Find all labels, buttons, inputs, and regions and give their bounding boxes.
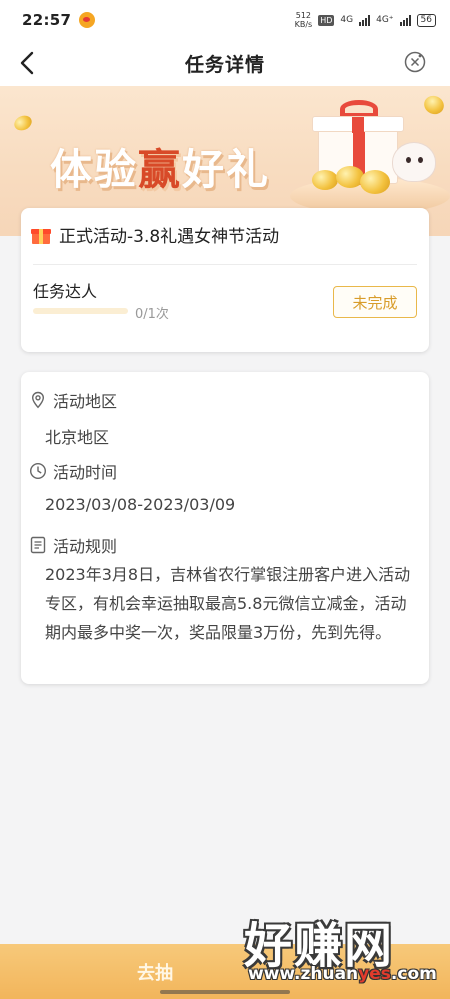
hd-badge: HD: [318, 14, 335, 26]
gift-icon: [31, 226, 51, 244]
watermark-url: www.zhuanyes.com: [248, 964, 437, 984]
gift-lid-decoration: [312, 116, 404, 133]
region-label: 活动地区: [53, 392, 118, 411]
banner-title: 体验赢好礼: [50, 145, 271, 194]
activity-details-card: 活动地区 北京地区 活动时间 2023/03/08-2023/03/09 活动规…: [21, 372, 429, 684]
task-status-button[interactable]: 未完成: [333, 286, 417, 318]
task-progress-text: 0/1次: [135, 307, 169, 322]
rules-label: 活动规则: [53, 537, 118, 556]
network-speed: 512 KB/s: [294, 11, 313, 29]
task-card: 正式活动-3.8礼遇女神节活动 任务达人 0/1次 未完成: [21, 208, 429, 352]
close-mini-program-icon[interactable]: [404, 51, 426, 73]
coin-decoration: [421, 92, 447, 118]
time-label: 活动时间: [53, 463, 118, 482]
clock-icon: [29, 462, 47, 480]
coin-decoration: [11, 112, 35, 134]
weibo-notification-icon: [79, 12, 96, 28]
task-title: 正式活动-3.8礼遇女神节活动: [59, 227, 280, 247]
back-arrow-icon[interactable]: [14, 48, 44, 78]
mascot-icon: [392, 142, 436, 182]
page-title: 任务详情: [184, 53, 265, 76]
watermark: 好赚网 www.zhuanyes.com: [244, 906, 437, 990]
region-section-header: 活动地区: [29, 388, 117, 412]
task-progress-bar: [33, 308, 128, 314]
status-time: 22:57: [22, 11, 72, 29]
status-indicators: 512 KB/s HD 4G 4G⁺ 56: [295, 11, 436, 29]
signal-strength-icon: [359, 14, 371, 26]
signal-label-1: 4G: [340, 15, 354, 25]
nav-bar: 任务详情: [0, 40, 450, 86]
region-value: 北京地区: [45, 428, 110, 447]
task-header: 正式活动-3.8礼遇女神节活动: [31, 222, 279, 247]
coin-decoration: [360, 170, 390, 194]
rules-section-header: 活动规则: [29, 533, 117, 557]
location-pin-icon: [31, 391, 45, 409]
task-detail-page: 22:57 512 KB/s HD 4G 4G⁺ 56 任务详情 体验赢好礼 正…: [0, 0, 450, 999]
battery-icon: 56: [416, 13, 436, 27]
time-section-header: 活动时间: [29, 459, 117, 483]
divider: [33, 264, 417, 265]
rules-text: 2023年3月8日，吉林省农行掌银注册客户进入活动专区，有机会幸运抽取最高5.8…: [45, 565, 411, 642]
document-icon: [30, 536, 46, 554]
task-name: 任务达人: [33, 282, 98, 301]
signal-strength-icon-2: [399, 14, 411, 26]
draw-action-label: 去抽: [137, 962, 173, 984]
coin-decoration: [312, 170, 338, 190]
status-bar: 22:57 512 KB/s HD 4G 4G⁺ 56: [0, 0, 450, 40]
home-indicator[interactable]: [160, 990, 290, 994]
time-value: 2023/03/08-2023/03/09: [45, 495, 236, 514]
signal-label-2: 4G⁺: [376, 15, 394, 25]
